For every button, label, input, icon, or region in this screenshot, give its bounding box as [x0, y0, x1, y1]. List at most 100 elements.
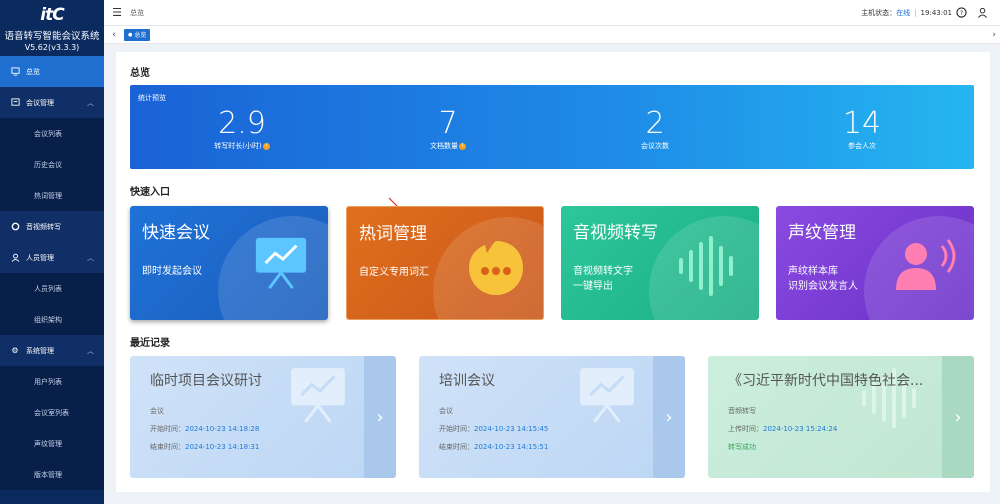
recent-kind: 音频转写	[728, 407, 756, 415]
sidebar-item-label: 系统管理	[26, 346, 54, 355]
sidebar-item-system-mgmt[interactable]: ⚙ 系统管理 ︿	[0, 335, 104, 366]
sidebar-item-label: 会议列表	[34, 129, 62, 138]
host-status-value: 在线	[896, 9, 911, 17]
recent-title: 培训会议	[439, 373, 495, 389]
end-label: 结束时间：	[150, 443, 185, 451]
quick-card-line-1: 音视频转文字	[573, 266, 633, 277]
stat-duration: 2.9 转写时长(小时) i	[142, 107, 342, 151]
sidebar-item-label: 音视频转写	[26, 222, 61, 231]
menu-toggle-icon[interactable]: ☰	[104, 6, 130, 19]
recent-kind: 会议	[439, 407, 453, 415]
chevron-up-icon: ︿	[87, 253, 94, 262]
open-record-button[interactable]: ›	[653, 356, 685, 478]
dot-icon: ●	[128, 31, 133, 38]
section-title-recent: 最近记录	[130, 338, 170, 349]
presentation-icon	[291, 368, 345, 423]
tab-overview[interactable]: ● 总览	[124, 28, 151, 41]
recent-card-1[interactable]: 临时项目会议研讨 会议 开始时间：2024-10-23 14:18:28 结束时…	[130, 356, 396, 478]
stat-label: 转写时长(小时)	[214, 142, 262, 150]
start-time: 2024-10-23 14:15:45	[474, 425, 549, 433]
sidebar-item-label: 用户列表	[34, 377, 62, 386]
main-content: 总览 统计预览 2.9 转写时长(小时) i 7 文档数量 i 2 会议次数 14 …	[116, 52, 990, 492]
sidebar-item-label: 声纹管理	[34, 439, 62, 448]
chevron-right-icon: ›	[665, 406, 673, 428]
monitor-icon	[10, 67, 20, 77]
quick-card-hotwords[interactable]: 热词管理 自定义专用词汇	[346, 206, 544, 320]
sidebar-item-label: 人员管理	[26, 253, 54, 262]
quick-card-transcribe[interactable]: 音视频转写 音视频转文字 一键导出	[561, 206, 759, 320]
quick-card-subtitle: 即时发起会议	[142, 266, 202, 277]
chevron-right-icon: ›	[376, 406, 384, 428]
sidebar-item-transcribe[interactable]: 音视频转写	[0, 211, 104, 242]
sidebar-item-label: 总览	[26, 67, 40, 76]
sidebar: itC 语音转写智能会议系统 V5.62(v3.3.3) 总览 会议管理 ︿ 会…	[0, 0, 104, 504]
chevron-right-icon: ›	[954, 406, 962, 428]
sidebar-item-org-structure[interactable]: 组织架构	[0, 304, 104, 335]
tag-bar: ‹ ● 总览 ›	[104, 26, 1000, 44]
recent-title: 《习近平新时代中国特色社会...	[728, 373, 924, 389]
open-record-button[interactable]: ›	[942, 356, 974, 478]
chevron-up-icon: ︿	[87, 98, 94, 107]
gear-icon: ⚙	[11, 346, 19, 355]
recent-title: 临时项目会议研讨	[150, 373, 262, 389]
sidebar-item-history-meetings[interactable]: 历史会议	[0, 149, 104, 180]
stats-label: 统计预览	[138, 94, 166, 102]
section-title-overview: 总览	[130, 68, 150, 79]
presentation-icon	[580, 368, 634, 423]
sidebar-item-voiceprint[interactable]: 声纹管理	[0, 428, 104, 459]
sidebar-item-label: 会议室列表	[34, 408, 69, 417]
recent-card-2[interactable]: 培训会议 会议 开始时间：2024-10-23 14:15:45 结束时间：20…	[419, 356, 685, 478]
help-icon[interactable]: ?	[956, 6, 967, 20]
sidebar-item-overview[interactable]: 总览	[0, 56, 104, 87]
user-icon	[10, 253, 20, 263]
app-logo: itC	[40, 5, 64, 25]
sidebar-item-user-list[interactable]: 用户列表	[0, 366, 104, 397]
sidebar-item-people-list[interactable]: 人员列表	[0, 273, 104, 304]
quick-card-subtitle: 自定义专用词汇	[359, 267, 429, 278]
app-title: 语音转写智能会议系统	[4, 31, 100, 42]
host-status-label: 主机状态：在线	[861, 9, 911, 17]
transcribe-icon	[10, 222, 20, 232]
info-icon[interactable]: i	[262, 142, 270, 150]
end-label: 结束时间：	[439, 443, 474, 451]
quick-card-quick-meeting[interactable]: 快速会议 即时发起会议	[130, 206, 328, 320]
chevron-right-icon[interactable]: ›	[992, 30, 996, 40]
recent-card-3[interactable]: 《习近平新时代中国特色社会... 音频转写 上传时间：2024-10-23 15…	[708, 356, 974, 478]
quick-card-title: 声纹管理	[788, 223, 856, 243]
start-label: 开始时间：	[150, 425, 185, 433]
sidebar-item-hotwords[interactable]: 热词管理	[0, 180, 104, 211]
user-avatar-icon[interactable]	[977, 7, 988, 20]
recent-kind: 会议	[150, 407, 164, 415]
sidebar-item-meeting-list[interactable]: 会议列表	[0, 118, 104, 149]
svg-text:?: ?	[960, 8, 963, 16]
chevron-left-icon[interactable]: ‹	[104, 30, 124, 40]
open-record-button[interactable]: ›	[364, 356, 396, 478]
sidebar-item-room-list[interactable]: 会议室列表	[0, 397, 104, 428]
quick-card-voiceprint[interactable]: 声纹管理 声纹样本库 识别会议发言人	[776, 206, 974, 320]
quick-card-line-2: 识别会议发言人	[788, 281, 858, 292]
quick-card-title: 快速会议	[142, 223, 210, 243]
stat-value: 2	[645, 106, 665, 141]
transcribe-status: 转写成功	[728, 443, 756, 451]
sidebar-item-label: 历史会议	[34, 160, 62, 169]
info-icon[interactable]: i	[459, 142, 466, 150]
sidebar-item-version[interactable]: 版本管理	[0, 459, 104, 490]
stat-label: 参会人次	[848, 142, 876, 150]
presentation-icon	[255, 237, 307, 290]
meeting-icon	[10, 98, 20, 108]
section-title-quick: 快速入口	[130, 187, 170, 198]
sidebar-item-meeting-mgmt[interactable]: 会议管理 ︿	[0, 87, 104, 118]
waveform-icon	[679, 236, 733, 296]
sidebar-item-label: 版本管理	[34, 470, 62, 479]
quick-card-line-2: 一键导出	[573, 281, 613, 292]
app-logo-area: itC 语音转写智能会议系统 V5.62(v3.3.3)	[0, 0, 104, 56]
app-version: V5.62(v3.3.3)	[24, 43, 80, 52]
sidebar-item-people-mgmt[interactable]: 人员管理 ︿	[0, 242, 104, 273]
upload-time: 2024-10-23 15:24:24	[763, 425, 838, 433]
stat-label: 文档数量	[430, 142, 458, 150]
breadcrumb: 总览	[130, 8, 144, 17]
stat-label: 会议次数	[641, 142, 669, 150]
clock: 19:43:01	[920, 9, 952, 17]
end-time: 2024-10-23 14:15:51	[474, 443, 549, 451]
end-time: 2024-10-23 14:18:31	[185, 443, 260, 451]
